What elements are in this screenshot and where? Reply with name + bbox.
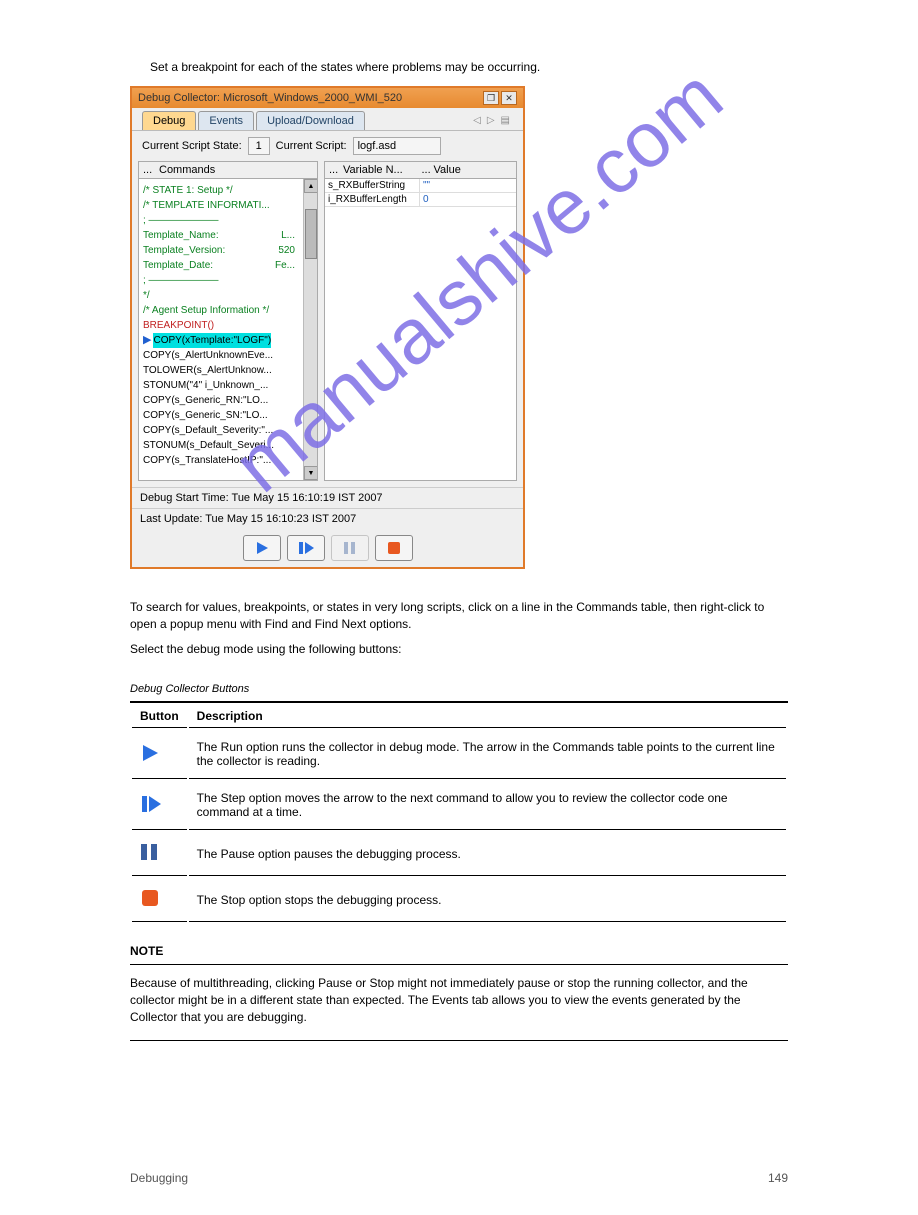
pause-button[interactable] — [331, 535, 369, 561]
tab-prev-icon[interactable]: ◁ — [470, 115, 484, 126]
run-icon — [140, 743, 160, 766]
note-heading: NOTE — [130, 944, 788, 958]
tab-events[interactable]: Events — [198, 111, 254, 130]
footer-right: 149 — [768, 1171, 788, 1185]
window-title: Debug Collector: Microsoft_Windows_2000_… — [138, 92, 483, 104]
script-input — [353, 137, 441, 155]
var-value: "" — [420, 179, 516, 192]
debug-collector-window: Debug Collector: Microsoft_Windows_2000_… — [130, 86, 525, 569]
var-value-header: Value — [434, 164, 513, 176]
table-caption: Debug Collector Buttons — [130, 677, 788, 701]
intro-text-1: To search for values, breakpoints, or st… — [130, 599, 788, 633]
var-name: s_RXBufferString — [325, 179, 420, 192]
pause-desc: The Pause option pauses the debugging pr… — [189, 832, 786, 876]
var-name: i_RXBufferLength — [325, 193, 420, 206]
run-desc: The Run option runs the collector in deb… — [189, 730, 786, 779]
commands-panel: ...Commands /* STATE 1: Setup */ /* TEMP… — [138, 161, 318, 481]
tab-next-icon[interactable]: ▷ — [484, 115, 498, 126]
run-button[interactable] — [243, 535, 281, 561]
tab-bar: Debug Events Upload/Download ◁ ▷ ▤ — [132, 108, 523, 131]
commands-list[interactable]: /* STATE 1: Setup */ /* TEMPLATE INFORMA… — [139, 179, 317, 472]
breakpoint-line: BREAKPOINT() — [139, 318, 317, 333]
pause-icon — [140, 842, 158, 865]
variables-table[interactable]: s_RXBufferString "" i_RXBufferLength 0 — [325, 179, 516, 207]
variables-panel: ... Variable N... ... Value s_RXBufferSt… — [324, 161, 517, 481]
state-label: Current Script State: — [142, 140, 242, 152]
tab-upload[interactable]: Upload/Download — [256, 111, 365, 130]
stop-button[interactable] — [375, 535, 413, 561]
current-line: ▶ COPY(xTemplate:"LOGF") — [139, 333, 317, 348]
debug-buttons-table: Debug Collector Buttons Button Descripti… — [130, 677, 788, 924]
script-label: Current Script: — [276, 140, 347, 152]
tab-list-icon[interactable]: ▤ — [498, 115, 513, 126]
close-button[interactable]: ✕ — [501, 91, 517, 105]
current-arrow-icon: ▶ — [143, 333, 151, 348]
tab-debug[interactable]: Debug — [142, 111, 196, 130]
step-desc: The Step option moves the arrow to the n… — [189, 781, 786, 830]
debug-start-time: Debug Start Time: Tue May 15 16:10:19 IS… — [132, 487, 523, 508]
page-footer: Debugging 149 — [0, 1131, 918, 1215]
commands-scrollbar[interactable]: ▲ ▼ — [303, 179, 317, 480]
last-update: Last Update: Tue May 15 16:10:23 IST 200… — [132, 508, 523, 529]
state-bar: Current Script State: Current Script: — [132, 131, 523, 161]
footer-left: Debugging — [130, 1171, 188, 1185]
stop-desc: The Stop option stops the debugging proc… — [189, 878, 786, 922]
maximize-button[interactable]: ❐ — [483, 91, 499, 105]
commands-header: Commands — [159, 164, 313, 176]
col-button: Button — [132, 705, 187, 728]
step-button[interactable] — [287, 535, 325, 561]
stop-icon — [140, 888, 160, 911]
step-icon — [140, 794, 162, 817]
titlebar: Debug Collector: Microsoft_Windows_2000_… — [132, 88, 523, 108]
header-note: Set a breakpoint for each of the states … — [130, 60, 788, 74]
var-name-header: Variable N... — [343, 164, 422, 176]
note-body: Because of multithreading, clicking Paus… — [130, 975, 788, 1025]
state-input — [248, 137, 270, 155]
col-desc: Description — [189, 705, 786, 728]
intro-text-2: Select the debug mode using the followin… — [130, 641, 788, 658]
var-value: 0 — [420, 193, 516, 206]
